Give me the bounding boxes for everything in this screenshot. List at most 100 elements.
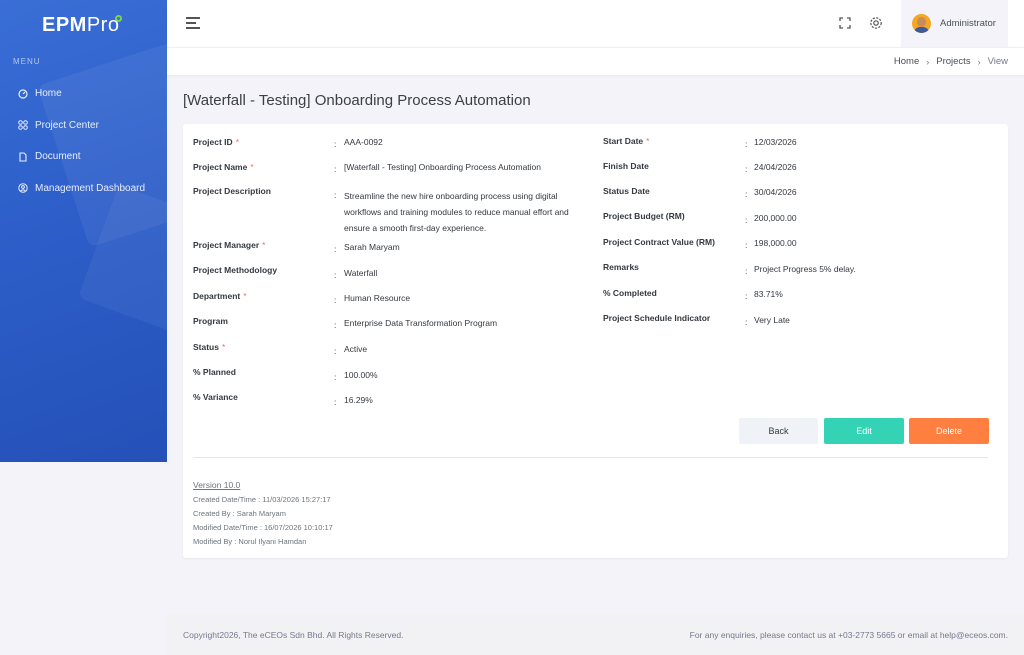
back-button[interactable]: Back <box>739 418 818 444</box>
field-status-date: Status Date <box>603 186 650 196</box>
field-value: Human Resource <box>344 293 411 303</box>
created-by: Created By : Sarah Maryam <box>193 509 286 518</box>
fullscreen-icon[interactable] <box>838 16 852 30</box>
username: Administrator <box>940 18 996 29</box>
user-circle-icon <box>18 183 28 193</box>
version-link[interactable]: Version 10.0 <box>193 480 240 490</box>
document-icon <box>18 152 28 162</box>
field-label: Project Schedule Indicator <box>603 313 711 323</box>
field-label: Program <box>193 316 228 326</box>
colon-separator: : <box>334 270 337 280</box>
field-project-methodology: Project Methodology <box>193 265 277 275</box>
edit-button[interactable]: Edit <box>824 418 904 444</box>
colon-separator: : <box>745 266 748 276</box>
required-marker: * <box>250 162 254 172</box>
required-marker: * <box>243 291 247 301</box>
field-value: Project Progress 5% delay. <box>754 264 856 274</box>
field-percent-planned: % Planned <box>193 367 236 377</box>
colon-separator: : <box>745 317 748 327</box>
colon-separator: : <box>334 372 337 382</box>
sidebar-item-document[interactable]: Document <box>0 141 167 173</box>
field-value: 198,000.00 <box>754 238 797 248</box>
modified-by: Modified By : Norul Ilyani Hamdan <box>193 537 307 546</box>
menu-toggle-icon[interactable] <box>186 17 200 29</box>
app-logo[interactable]: EPMPro <box>42 14 123 37</box>
field-label: Project Manager <box>193 240 260 250</box>
field-label: Start Date <box>603 136 644 146</box>
field-project-budget: Project Budget (RM) <box>603 211 685 221</box>
field-value: AAA-0092 <box>344 137 383 147</box>
breadcrumb-current: View <box>987 56 1008 67</box>
colon-separator: : <box>745 139 748 149</box>
colon-separator: : <box>334 346 337 356</box>
field-value: 12/03/2026 <box>754 137 797 147</box>
colon-separator: : <box>745 189 748 199</box>
sidebar-item-label: Project Center <box>35 119 99 131</box>
field-value: 30/04/2026 <box>754 187 797 197</box>
field-value: Active <box>344 344 368 354</box>
field-value: 100.00% <box>344 370 378 380</box>
delete-button[interactable]: Delete <box>909 418 989 444</box>
user-menu[interactable]: Administrator <box>901 0 1008 47</box>
footer-copyright: Copyright2026, The eCEOs Sdn Bhd. All Ri… <box>183 630 404 640</box>
sidebar: EPMPro MENU Home Project Center Document <box>0 0 167 462</box>
footer: Copyright2026, The eCEOs Sdn Bhd. All Ri… <box>167 614 1024 655</box>
field-project-contract-value: Project Contract Value (RM) <box>603 237 715 247</box>
required-marker: * <box>262 240 266 250</box>
colon-separator: : <box>334 295 337 305</box>
field-value: Sarah Maryam <box>344 242 400 252</box>
field-label: % Variance <box>193 392 238 402</box>
colon-separator: : <box>745 240 748 250</box>
colon-separator: : <box>745 215 748 225</box>
sidebar-menu: Home Project Center Document Management … <box>0 78 167 204</box>
field-label: Department <box>193 291 241 301</box>
avatar <box>912 14 931 33</box>
breadcrumb: Home › Projects › View <box>894 56 1008 67</box>
sidebar-item-home[interactable]: Home <box>0 78 167 110</box>
field-label: % Planned <box>193 367 236 377</box>
field-label: Finish Date <box>603 161 649 171</box>
field-label: Project Contract Value (RM) <box>603 237 715 247</box>
field-value: 24/04/2026 <box>754 162 797 172</box>
colon-separator: : <box>745 291 748 301</box>
required-marker: * <box>235 137 239 147</box>
field-project-id: Project ID * <box>193 137 239 147</box>
menu-title: MENU <box>13 57 41 66</box>
logo-main-text: EPM <box>42 14 87 36</box>
field-value: Waterfall <box>344 268 378 278</box>
project-details-card: Project ID * : AAA-0092 Project Name * : [… <box>183 124 1008 558</box>
chevron-right-icon: › <box>977 56 981 67</box>
field-value: Streamline the new hire onboarding proce… <box>344 191 569 233</box>
chevron-right-icon: › <box>926 56 930 67</box>
sidebar-item-label: Management Dashboard <box>35 182 146 194</box>
breadcrumb-bar: Home › Projects › View <box>167 47 1024 75</box>
required-marker: * <box>646 136 650 146</box>
settings-gear-icon[interactable] <box>869 16 883 30</box>
field-project-schedule-indicator: Project Schedule Indicator <box>603 313 710 323</box>
colon-separator: : <box>334 164 337 174</box>
field-project-description: Project Description <box>193 186 271 196</box>
field-label: % Completed <box>603 288 657 298</box>
footer-contact: For any enquiries, please contact us at … <box>689 630 1008 640</box>
field-project-name: Project Name * <box>193 162 254 172</box>
field-label: Project ID <box>193 137 233 147</box>
breadcrumb-home-link[interactable]: Home <box>894 56 919 67</box>
field-percent-variance: % Variance <box>193 392 238 402</box>
field-value: [Waterfall - Testing] Onboarding Process… <box>344 162 542 172</box>
colon-separator: : <box>745 164 748 174</box>
colon-separator: : <box>334 244 337 254</box>
modified-datetime: Modified Date/Time : 16/07/2026 10:10:17 <box>193 523 333 532</box>
grid-icon <box>18 120 28 131</box>
field-value: 200,000.00 <box>754 213 797 223</box>
colon-separator: : <box>334 320 337 330</box>
field-department: Department * <box>193 291 247 301</box>
sidebar-item-project-center[interactable]: Project Center <box>0 110 167 142</box>
field-program: Program <box>193 316 228 326</box>
dashboard-icon <box>18 89 28 99</box>
field-label: Status Date <box>603 186 650 196</box>
field-label: Status <box>193 342 219 352</box>
created-datetime: Created Date/Time : 11/03/2026 15:27:17 <box>193 495 331 504</box>
field-value: Enterprise Data Transformation Program <box>344 318 498 328</box>
breadcrumb-projects-link[interactable]: Projects <box>936 56 970 67</box>
sidebar-item-management-dashboard[interactable]: Management Dashboard <box>0 173 167 205</box>
